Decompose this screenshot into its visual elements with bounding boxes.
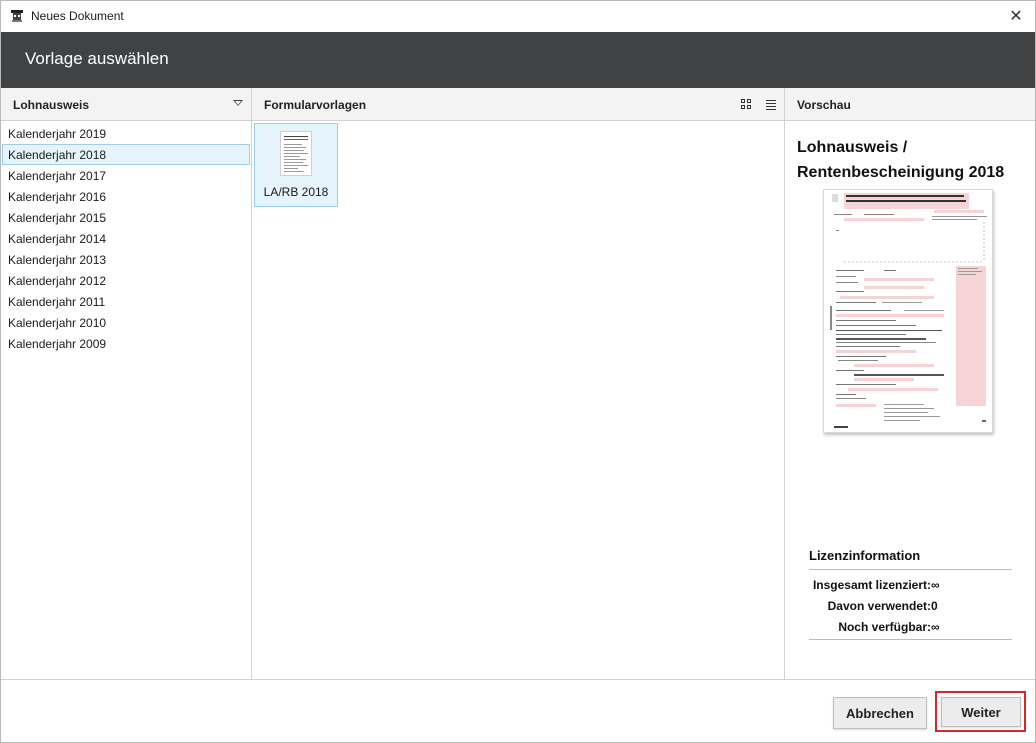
license-label: Davon verwendet:	[827, 599, 931, 613]
license-label: Noch verfügbar:	[838, 620, 931, 634]
template-label: LA/RB 2018	[263, 185, 329, 199]
next-button[interactable]: Weiter	[941, 697, 1021, 727]
category-panel-title: Lohnausweis	[13, 98, 90, 112]
license-label: Insgesamt lizenziert:	[812, 578, 931, 592]
divider	[809, 569, 1012, 570]
license-section-title: Lizenzinformation	[809, 548, 921, 563]
template-card[interactable]: LA/RB 2018	[254, 123, 338, 207]
dialog-footer: Abbrechen Weiter	[1, 679, 1035, 742]
list-item[interactable]: Kalenderjahr 2009	[2, 333, 250, 354]
category-panel-header: Lohnausweis	[1, 88, 252, 121]
list-item[interactable]: Kalenderjahr 2015	[2, 207, 250, 228]
document-preview-image	[823, 189, 993, 433]
list-item[interactable]: Kalenderjahr 2010	[2, 312, 250, 333]
chevron-down-icon[interactable]	[233, 100, 243, 106]
year-list: Kalenderjahr 2019 Kalenderjahr 2018 Kale…	[2, 123, 250, 354]
license-row-used: Davon verwendet: 0	[785, 599, 1035, 615]
dialog-title: Vorlage auswählen	[25, 49, 169, 68]
templates-panel-title: Formularvorlagen	[264, 98, 367, 112]
dialog-header: Vorlage auswählen	[1, 32, 1035, 88]
list-item[interactable]: Kalenderjahr 2017	[2, 165, 250, 186]
form-preview-icon	[830, 193, 987, 428]
category-panel: Kalenderjahr 2019 Kalenderjahr 2018 Kale…	[1, 121, 252, 679]
preview-document-title: Lohnausweis / Rentenbescheinigung 2018	[797, 139, 1005, 181]
close-button[interactable]: ✕	[1005, 5, 1027, 27]
list-item[interactable]: Kalenderjahr 2011	[2, 291, 250, 312]
window-title: Neues Dokument	[31, 9, 124, 23]
title-bar: Neues Dokument ✕	[1, 1, 1035, 32]
list-item[interactable]: Kalenderjahr 2012	[2, 270, 250, 291]
license-row-total: Insgesamt lizenziert: ∞	[785, 578, 1035, 594]
list-item[interactable]: Kalenderjahr 2019	[2, 123, 250, 144]
license-value: ∞	[931, 620, 940, 634]
close-icon: ✕	[1009, 8, 1023, 25]
divider	[809, 639, 1012, 640]
list-view-icon[interactable]	[766, 99, 776, 110]
license-value: 0	[931, 599, 938, 613]
list-item[interactable]: Kalenderjahr 2016	[2, 186, 250, 207]
highlight-frame: Weiter	[935, 691, 1026, 732]
preview-panel: Lohnausweis / Rentenbescheinigung 2018 L…	[785, 121, 1035, 679]
list-item-selected[interactable]: Kalenderjahr 2018	[2, 144, 250, 165]
document-thumbnail-icon	[280, 131, 312, 176]
list-item[interactable]: Kalenderjahr 2014	[2, 228, 250, 249]
preview-panel-header: Vorschau	[785, 88, 1035, 121]
new-document-dialog: Neues Dokument ✕ Vorlage auswählen Lohna…	[0, 0, 1036, 743]
license-row-available: Noch verfügbar: ∞	[785, 620, 1035, 636]
list-item[interactable]: Kalenderjahr 2013	[2, 249, 250, 270]
preview-panel-title: Vorschau	[797, 98, 851, 112]
templates-panel: LA/RB 2018	[252, 121, 785, 679]
license-value: ∞	[931, 578, 940, 592]
templates-panel-header: Formularvorlagen	[252, 88, 785, 121]
app-logo-icon	[11, 10, 23, 22]
grid-view-icon[interactable]	[741, 99, 751, 109]
cancel-button[interactable]: Abbrechen	[833, 697, 927, 729]
